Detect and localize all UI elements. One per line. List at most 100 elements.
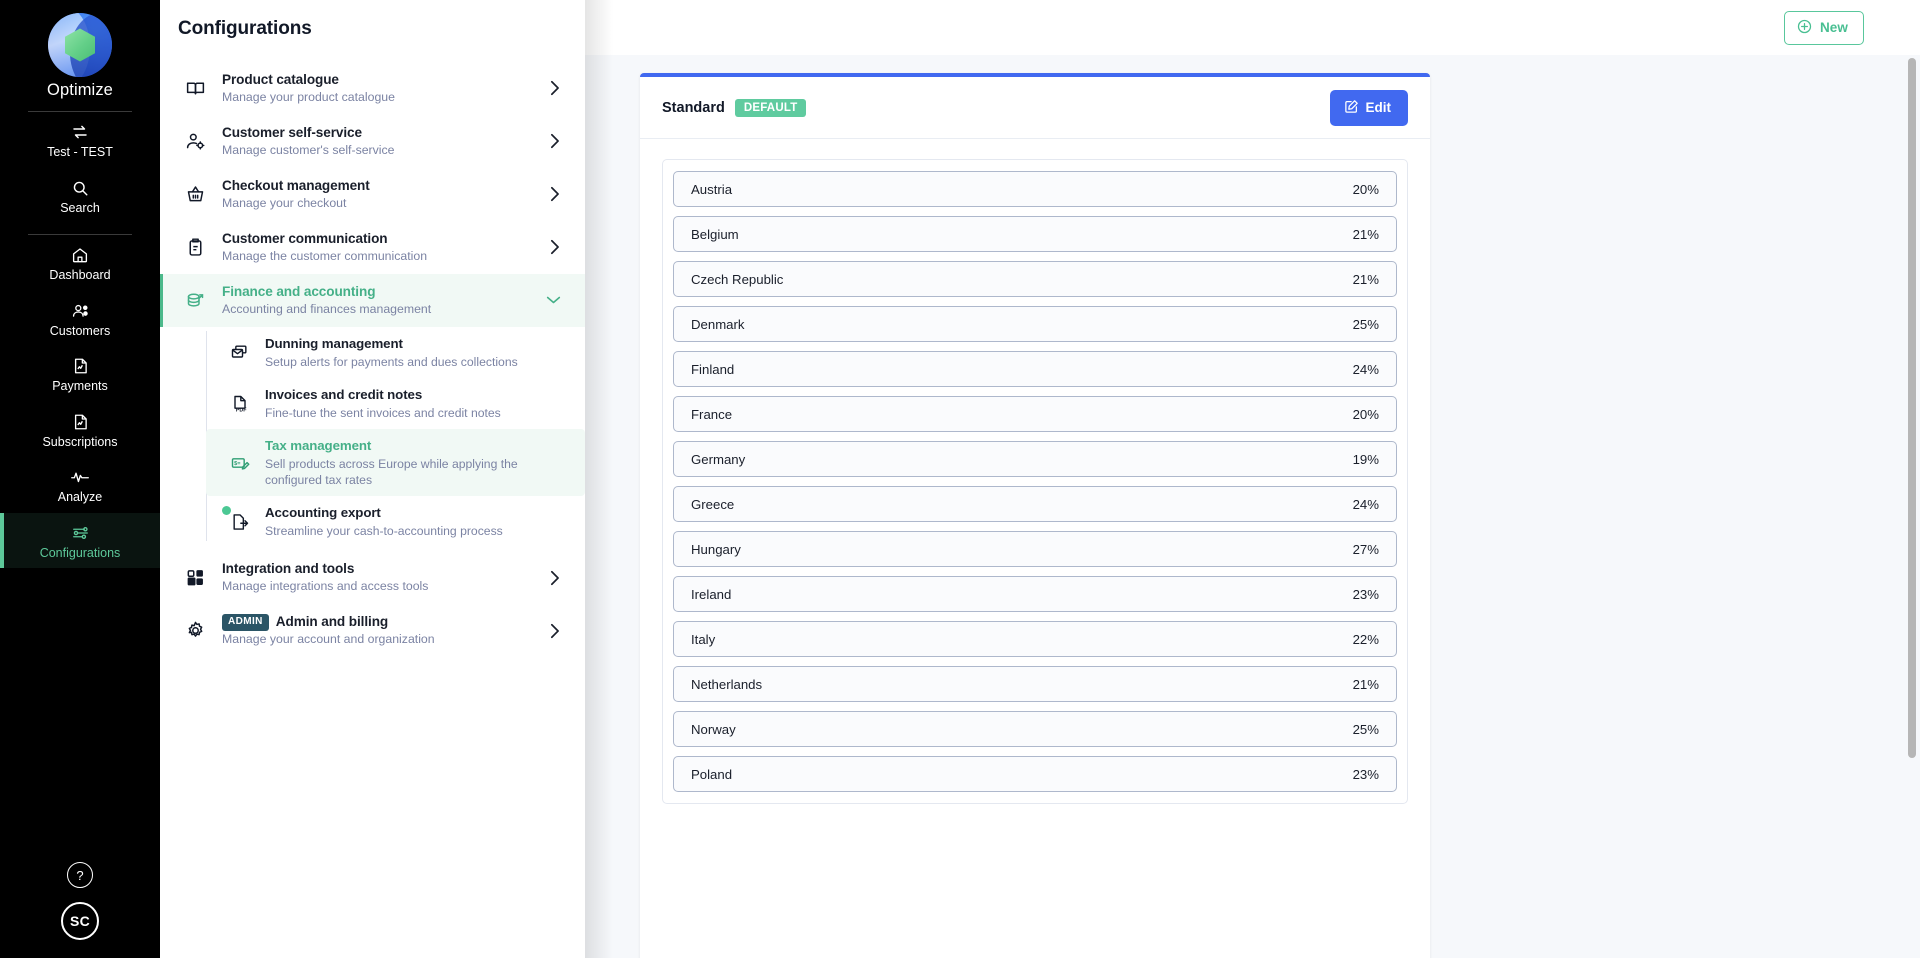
coins-stack-icon (182, 290, 208, 311)
edit-button[interactable]: Edit (1329, 89, 1408, 126)
configurations-panel: Configurations Product catalogue Manage … (160, 0, 585, 958)
rail-item-subscriptions[interactable]: Subscriptions (0, 402, 160, 458)
app-logo[interactable] (48, 13, 112, 77)
subitem-dunning-management[interactable]: Dunning management Setup alerts for paym… (206, 327, 585, 378)
finance-subitems: Dunning management Setup alerts for paym… (160, 327, 585, 547)
tax-rate-value: 23% (1352, 766, 1379, 782)
help-button[interactable]: ? (67, 862, 93, 888)
svg-text:PDF: PDF (236, 407, 247, 413)
config-item-title: Admin and billing (275, 614, 389, 630)
config-item-admin-and-billing[interactable]: ADMIN Admin and billing Manage your accou… (160, 604, 585, 657)
rail-item-configurations[interactable]: Configurations (0, 512, 160, 568)
subitem-title: Tax management (265, 438, 372, 454)
document-chart-icon (72, 413, 89, 431)
new-button[interactable]: New (1783, 10, 1864, 45)
page-title: Configurations (178, 18, 312, 39)
config-item-text: Checkout management Manage your checkout (222, 177, 535, 212)
gear-icon (182, 620, 208, 641)
config-item-text: ADMIN Admin and billing Manage your accou… (222, 613, 535, 648)
search-icon (71, 179, 89, 197)
config-item-finance-and-accounting[interactable]: Finance and accounting Accounting and fi… (160, 273, 585, 327)
config-item-title-wrap: ADMIN Admin and billing (222, 614, 389, 631)
content-topbar: New (585, 0, 1920, 55)
config-item-subtitle: Manage the customer communication (222, 248, 428, 263)
tax-rate-value: 23% (1352, 586, 1379, 602)
home-icon (71, 246, 89, 264)
subitem-title: Invoices and credit notes (265, 387, 423, 403)
chevron-right-icon (549, 623, 561, 639)
table-row[interactable]: Germany 19% (673, 441, 1397, 477)
status-badge: ADMIN (222, 614, 269, 631)
notification-dot (222, 505, 231, 515)
table-row[interactable]: Austria 20% (673, 171, 1397, 207)
config-item-text: Customer self-service Manage customer's … (222, 124, 535, 159)
file-export-icon (222, 505, 252, 532)
rail-item-label: Subscriptions (42, 434, 118, 449)
tax-rate-value: 20% (1352, 406, 1379, 422)
config-item-text: Customer communication Manage the custom… (222, 230, 535, 265)
rail-item-test-test[interactable]: Test - TEST (0, 112, 160, 168)
chevron-down-icon (546, 294, 561, 306)
table-row[interactable]: Greece 24% (673, 486, 1397, 522)
config-item-customer-self-service[interactable]: Customer self-service Manage customer's … (160, 115, 585, 168)
rail-item-customers[interactable]: Customers (0, 291, 160, 347)
subitem-accounting-export[interactable]: Accounting export Streamline your cash-t… (206, 496, 585, 547)
table-row[interactable]: Italy 22% (673, 621, 1397, 657)
config-item-customer-communication[interactable]: Customer communication Manage the custom… (160, 221, 585, 274)
card-body: Austria 20% Belgium 21% Czech Republic 2… (640, 139, 1430, 826)
table-row[interactable]: Denmark 25% (673, 306, 1397, 342)
config-item-product-catalogue[interactable]: Product catalogue Manage your product ca… (160, 62, 585, 115)
table-row[interactable]: Finland 24% (673, 351, 1397, 387)
rail-item-dashboard[interactable]: Dashboard (0, 235, 160, 291)
table-row[interactable]: Czech Republic 21% (673, 261, 1397, 297)
config-item-title: Checkout management (222, 177, 370, 193)
rail-item-search[interactable]: Search (0, 168, 160, 224)
config-item-text: Integration and tools Manage integration… (222, 560, 535, 595)
config-item-checkout-management[interactable]: Checkout management Manage your checkout (160, 168, 585, 221)
switch-arrows-icon (71, 123, 89, 141)
primary-nav-rail: Optimize Test - TEST Search Dashboard Cu… (0, 0, 160, 958)
table-row[interactable]: France 20% (673, 396, 1397, 432)
subitem-tax-management[interactable]: $= Tax management Sell products across E… (206, 429, 585, 497)
country-name: Belgium (691, 226, 739, 242)
rail-item-label: Test - TEST (47, 145, 113, 159)
table-row[interactable]: Ireland 23% (673, 576, 1397, 612)
table-row[interactable]: Poland 23% (673, 756, 1397, 792)
config-item-subtitle: Manage integrations and access tools (222, 579, 429, 594)
table-row[interactable]: Netherlands 21% (673, 666, 1397, 702)
table-row[interactable]: Belgium 21% (673, 216, 1397, 252)
chevron-right-icon (549, 80, 561, 96)
rail-bottom-group: ? SC (0, 862, 160, 940)
rail-item-label: Dashboard (49, 268, 111, 282)
table-row[interactable]: Norway 25% (673, 711, 1397, 747)
avatar[interactable]: SC (61, 902, 99, 940)
tax-rate-list: Austria 20% Belgium 21% Czech Republic 2… (662, 159, 1408, 804)
plus-circle-icon (1797, 19, 1812, 37)
document-chart-icon (72, 357, 89, 375)
config-item-subtitle: Accounting and finances management (222, 301, 432, 316)
chevron-right-icon (549, 570, 561, 586)
config-item-subtitle: Manage your checkout (222, 195, 347, 210)
subitem-text: Accounting export Streamline your cash-t… (265, 504, 565, 539)
config-item-title: Customer self-service (222, 124, 362, 140)
subitem-title: Dunning management (265, 335, 403, 351)
scrollbar-thumb[interactable] (1908, 58, 1916, 758)
config-item-integration-and-tools[interactable]: Integration and tools Manage integration… (160, 551, 585, 604)
edit-button-label: Edit (1365, 100, 1392, 115)
rail-item-payments[interactable]: Payments (0, 346, 160, 402)
table-row[interactable]: Hungary 27% (673, 531, 1397, 567)
subitem-subtitle: Fine-tune the sent invoices and credit n… (265, 406, 501, 421)
country-name: Austria (691, 181, 733, 197)
config-item-title: Finance and accounting (222, 283, 376, 299)
new-button-label: New (1819, 20, 1848, 35)
clipboard-icon (182, 237, 208, 258)
user-gear-icon (182, 131, 208, 152)
card-header: Standard DEFAULT Edit (640, 77, 1430, 139)
book-icon (182, 78, 208, 99)
svg-text:$=: $= (234, 461, 240, 467)
config-item-title: Integration and tools (222, 561, 355, 577)
subitem-invoices-and-credit-notes[interactable]: PDF Invoices and credit notes Fine-tune … (206, 378, 585, 429)
rail-item-analyze[interactable]: Analyze (0, 457, 160, 513)
country-name: Netherlands (691, 676, 763, 692)
chevron-right-icon (549, 239, 561, 255)
